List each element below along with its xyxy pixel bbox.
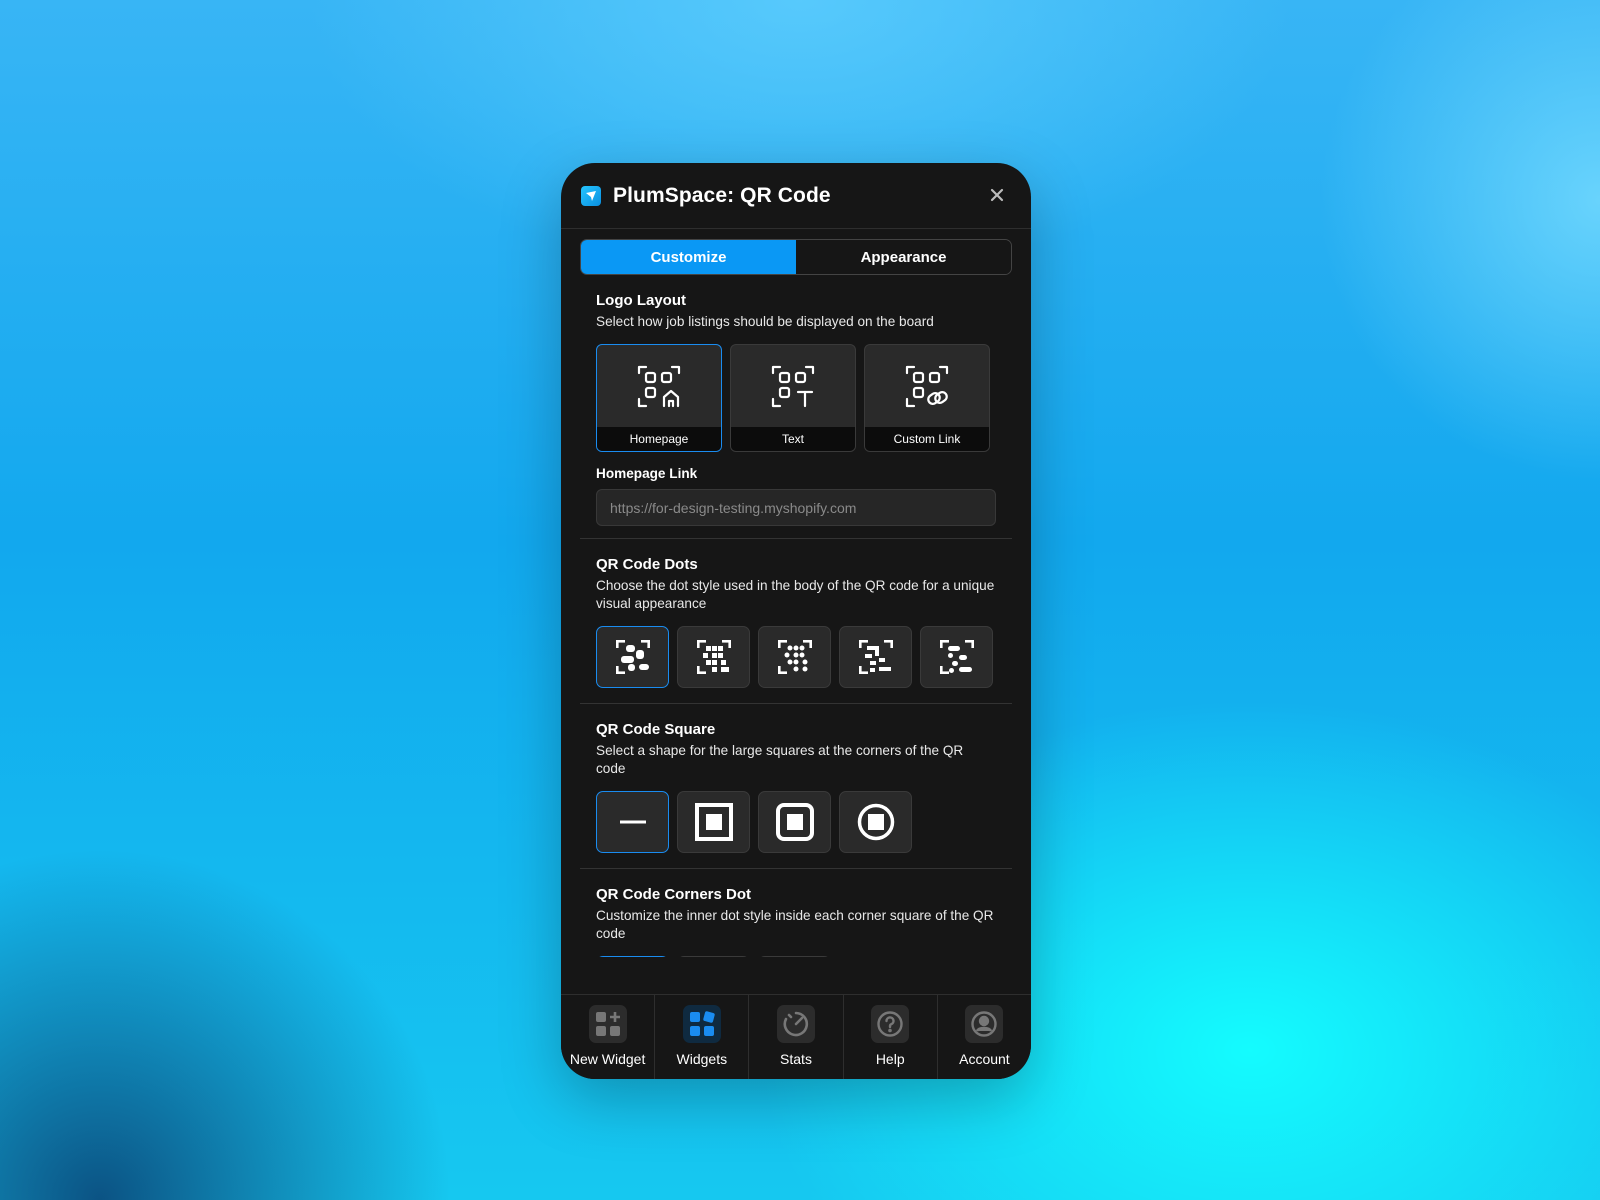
circle-icon[interactable] xyxy=(839,791,912,853)
homepage-link-input[interactable]: https://for-design-testing.myshopify.com xyxy=(596,489,996,526)
homepage-link-label: Homepage Link xyxy=(596,466,698,481)
square-icon[interactable] xyxy=(677,791,750,853)
panel-title: PlumSpace: QR Code xyxy=(613,183,831,207)
section-title: QR Code Corners Dot xyxy=(596,886,752,903)
tab-appearance[interactable]: Appearance xyxy=(796,240,1011,274)
bottom-navigation: New Widget Widgets Stats Help Account xyxy=(561,994,1031,1079)
close-icon[interactable] xyxy=(985,183,1009,207)
rounded-square-icon[interactable] xyxy=(758,791,831,853)
dots-classy-icon[interactable] xyxy=(839,626,912,688)
nav-label: New Widget xyxy=(569,1051,646,1067)
nav-label: Widgets xyxy=(676,1051,728,1067)
nav-label: Help xyxy=(875,1051,905,1067)
help-icon xyxy=(871,1005,910,1043)
layout-option-text[interactable]: Text xyxy=(730,344,856,452)
nav-item-account[interactable]: Account xyxy=(938,995,1031,1079)
circle-dot-icon[interactable] xyxy=(758,956,831,957)
settings-scroll-area[interactable]: Logo Layout Select how job listings shou… xyxy=(561,279,1031,957)
qr-corners-dot-options xyxy=(596,956,996,957)
nav-item-widgets[interactable]: Widgets xyxy=(655,995,750,1079)
stats-gauge-icon xyxy=(777,1005,815,1043)
qr-link-icon xyxy=(865,345,989,427)
layout-option-custom-link[interactable]: Custom Link xyxy=(864,344,990,452)
widgets-icon xyxy=(682,1005,721,1043)
none-icon[interactable] xyxy=(596,791,669,853)
tab-customize[interactable]: Customize xyxy=(581,240,796,274)
layout-option-label: Custom Link xyxy=(865,427,989,451)
section-description: Customize the inner dot style inside eac… xyxy=(596,908,994,941)
qr-home-icon xyxy=(597,345,721,427)
qr-code-panel: PlumSpace: QR Code Customize Appearance … xyxy=(561,163,1031,1079)
section-title: QR Code Square xyxy=(596,721,716,738)
square-dot-icon[interactable] xyxy=(677,956,750,957)
nav-label: Account xyxy=(959,1051,1010,1067)
layout-option-homepage[interactable]: Homepage xyxy=(596,344,722,452)
dots-extra-rounded-icon[interactable] xyxy=(920,626,993,688)
layout-option-label: Text xyxy=(731,427,855,451)
none-icon[interactable] xyxy=(596,956,669,957)
qr-dots-section: QR Code Dots Choose the dot style used i… xyxy=(561,539,1031,688)
qr-square-section: QR Code Square Select a shape for the la… xyxy=(561,704,1031,853)
qr-dots-options xyxy=(596,626,996,688)
dots-square-icon[interactable] xyxy=(677,626,750,688)
section-description: Select a shape for the large squares at … xyxy=(596,743,964,776)
qr-text-icon xyxy=(731,345,855,427)
nav-label: Stats xyxy=(780,1051,812,1067)
nav-item-stats[interactable]: Stats xyxy=(749,995,844,1079)
section-title: Logo Layout xyxy=(596,292,686,309)
dots-circle-icon[interactable] xyxy=(758,626,831,688)
qr-square-options xyxy=(596,791,996,853)
nav-item-help[interactable]: Help xyxy=(844,995,938,1079)
section-description: Choose the dot style used in the body of… xyxy=(596,578,995,611)
section-title: QR Code Dots xyxy=(596,556,698,573)
logo-layout-options: Homepage Text Custom Link xyxy=(596,344,996,452)
app-logo-icon xyxy=(581,185,601,206)
nav-item-new-widget[interactable]: New Widget xyxy=(561,995,656,1079)
panel-header: PlumSpace: QR Code xyxy=(561,163,1031,229)
layout-option-label: Homepage xyxy=(597,427,721,451)
dots-rounded-icon[interactable] xyxy=(596,626,669,688)
section-description: Select how job listings should be displa… xyxy=(596,314,934,329)
qr-corners-dot-section: QR Code Corners Dot Customize the inner … xyxy=(561,869,1031,957)
tab-bar: Customize Appearance xyxy=(580,239,1012,275)
account-icon xyxy=(965,1005,1004,1043)
new-widget-icon xyxy=(588,1005,627,1043)
logo-layout-section: Logo Layout Select how job listings shou… xyxy=(561,279,1031,526)
